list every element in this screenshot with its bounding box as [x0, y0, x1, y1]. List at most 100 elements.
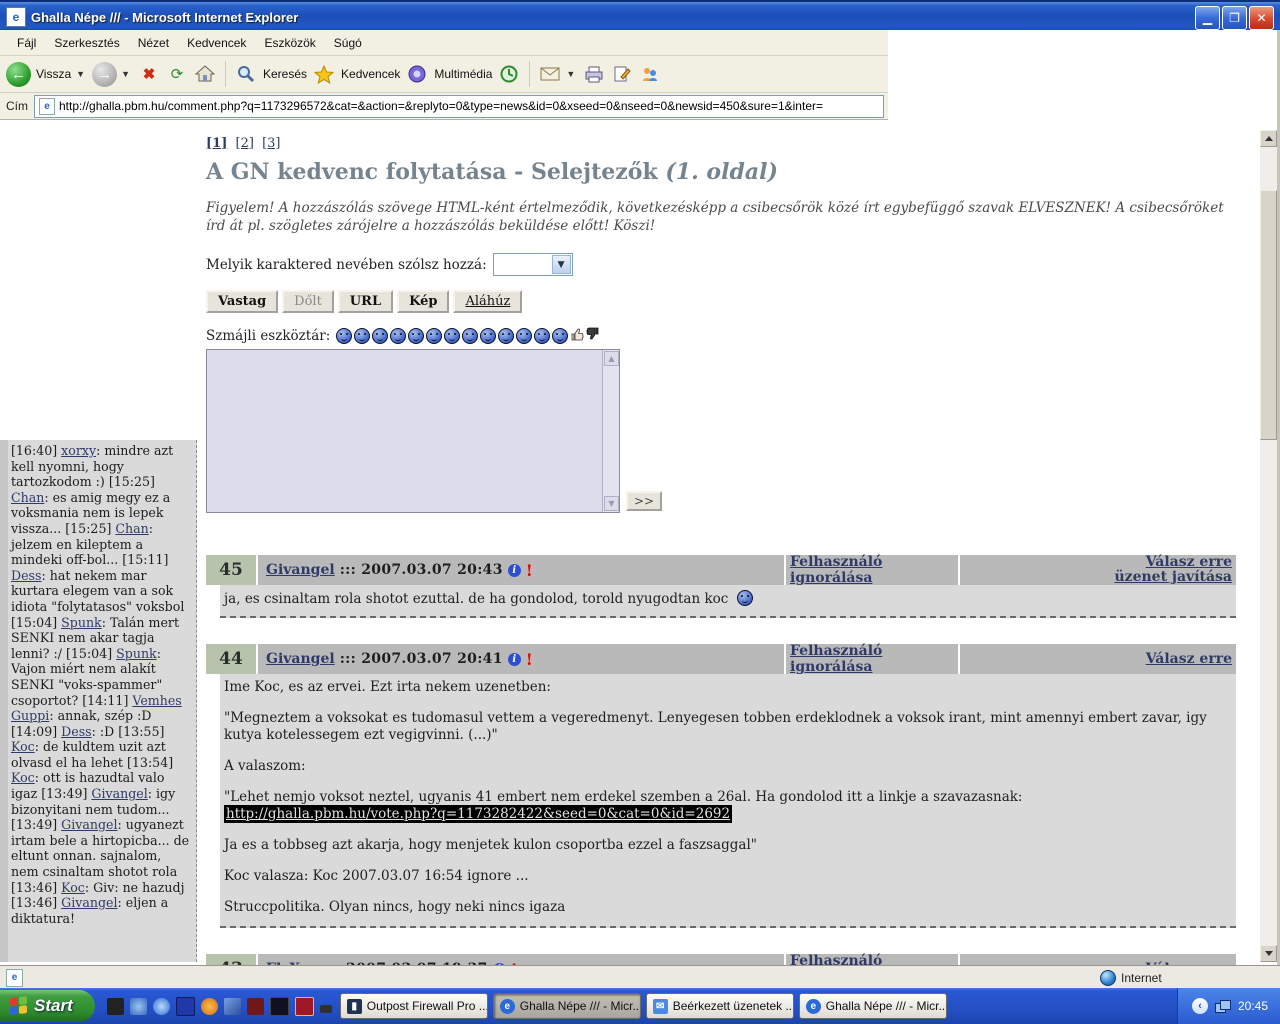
- smiley-icon[interactable]: [444, 328, 460, 344]
- search-label[interactable]: Keresés: [263, 67, 307, 81]
- thumbs-up-icon[interactable]: [570, 327, 584, 345]
- chat-user-link[interactable]: Dess: [61, 724, 96, 739]
- smiley-icon[interactable]: [372, 328, 388, 344]
- taskbar-button-ghalla-active[interactable]: e Ghalla Népe /// - Micr...: [493, 993, 641, 1019]
- textarea-scrollbar[interactable]: ▲ ▼: [602, 350, 619, 512]
- smiley-icon[interactable]: [534, 328, 550, 344]
- media-label[interactable]: Multimédia: [434, 67, 492, 81]
- ie-icon[interactable]: [153, 998, 170, 1015]
- quick-launch-icon[interactable]: [107, 998, 124, 1015]
- smiley-icon[interactable]: [552, 328, 568, 344]
- smiley-icon[interactable]: [426, 328, 442, 344]
- taskbar-button-ghalla-2[interactable]: e Ghalla Népe /// - Micr...: [799, 993, 947, 1019]
- favorites-label[interactable]: Kedvencek: [341, 67, 400, 81]
- back-icon[interactable]: ←: [6, 62, 31, 87]
- message-textarea[interactable]: ▲ ▼: [206, 349, 620, 513]
- smiley-icon[interactable]: [462, 328, 478, 344]
- network-icon[interactable]: [1215, 1000, 1231, 1013]
- save-icon[interactable]: [176, 997, 195, 1016]
- history-icon[interactable]: [497, 62, 521, 86]
- smiley-icon[interactable]: [390, 328, 406, 344]
- scroll-down-icon[interactable]: [1260, 945, 1277, 962]
- smiley-icon[interactable]: [480, 328, 496, 344]
- chat-user-link[interactable]: Koc: [61, 880, 89, 895]
- submit-button[interactable]: >>: [626, 491, 662, 511]
- taskbar-button-inbox[interactable]: ✉ Beérkezett üzenetek ...: [646, 993, 794, 1019]
- exclamation-icon[interactable]: !: [526, 653, 533, 666]
- media-icon[interactable]: [405, 62, 429, 86]
- chat-user-link[interactable]: Chan: [115, 521, 153, 536]
- menu-tools[interactable]: Eszközök: [255, 32, 324, 54]
- media-player-icon[interactable]: [201, 998, 218, 1015]
- smiley-icon[interactable]: [354, 328, 370, 344]
- menu-view[interactable]: Nézet: [129, 32, 178, 54]
- reply-link[interactable]: Válasz erre: [1146, 652, 1232, 667]
- chat-user-link[interactable]: Koc: [11, 739, 39, 754]
- smiley-icon[interactable]: [408, 328, 424, 344]
- exclamation-icon[interactable]: !: [526, 564, 533, 577]
- address-input[interactable]: e http://ghalla.pbm.hu/comment.php?q=117…: [34, 95, 884, 118]
- taskbar-button-outpost[interactable]: ▮ Outpost Firewall Pro ...: [340, 993, 488, 1019]
- smiley-icon[interactable]: [336, 328, 352, 344]
- chat-user-link[interactable]: Givangel: [61, 817, 122, 832]
- quick-launch-icon[interactable]: [224, 998, 241, 1015]
- page-link-1[interactable]: [1]: [206, 136, 227, 151]
- menu-help[interactable]: Súgó: [325, 32, 371, 54]
- info-icon[interactable]: i: [508, 564, 521, 577]
- forward-icon[interactable]: →: [92, 62, 117, 87]
- chat-user-link[interactable]: Givangel: [91, 786, 152, 801]
- vote-link-highlighted[interactable]: http://ghalla.pbm.hu/vote.php?q=11732824…: [224, 805, 732, 823]
- bold-button[interactable]: Vastag: [206, 290, 278, 313]
- chat-user-link[interactable]: Spunk: [116, 646, 161, 661]
- maximize-button[interactable]: ❐: [1222, 6, 1247, 30]
- post-author-link[interactable]: Givangel: [266, 562, 335, 578]
- quick-launch-icon[interactable]: [295, 997, 314, 1016]
- print-icon[interactable]: [582, 62, 606, 86]
- favorites-icon[interactable]: [312, 62, 336, 86]
- ignore-user-link[interactable]: Felhasználó ignorálása: [790, 554, 958, 586]
- page-link-2[interactable]: [2]: [236, 136, 254, 151]
- italic-button[interactable]: Dőlt: [282, 290, 334, 313]
- tray-chevron-icon[interactable]: ‹: [1192, 998, 1208, 1014]
- reply-link[interactable]: Válasz erre: [1146, 555, 1232, 570]
- back-dropdown-icon[interactable]: ▼: [76, 69, 85, 79]
- scroll-up-icon[interactable]: ▲: [604, 351, 619, 366]
- page-link-3[interactable]: [3]: [262, 136, 280, 151]
- stop-icon[interactable]: ✖: [137, 62, 161, 86]
- ignore-user-link[interactable]: Felhasználó ignorálása: [790, 643, 958, 675]
- quick-launch-icon[interactable]: [320, 1005, 332, 1013]
- forward-dropdown-icon[interactable]: ▼: [121, 69, 130, 79]
- chat-user-link[interactable]: Koc: [11, 770, 39, 785]
- scroll-up-icon[interactable]: [1260, 130, 1277, 147]
- info-icon[interactable]: i: [508, 653, 521, 666]
- quick-launch-icon[interactable]: [270, 997, 289, 1016]
- mail-dropdown-icon[interactable]: ▼: [566, 69, 575, 79]
- messenger-icon[interactable]: [638, 62, 662, 86]
- search-icon[interactable]: [234, 62, 258, 86]
- quick-launch-icon[interactable]: [247, 998, 264, 1015]
- minimize-button[interactable]: ▁: [1195, 6, 1220, 30]
- start-button[interactable]: Start: [0, 990, 95, 1022]
- chat-user-link[interactable]: Spunk: [61, 615, 106, 630]
- close-button[interactable]: ✕: [1249, 6, 1274, 30]
- menu-file[interactable]: Fájl: [8, 32, 45, 54]
- edit-icon[interactable]: [610, 62, 634, 86]
- smiley-icon[interactable]: [498, 328, 514, 344]
- quick-launch-icon[interactable]: [130, 998, 147, 1015]
- address-url[interactable]: http://ghalla.pbm.hu/comment.php?q=11732…: [59, 99, 823, 113]
- chevron-down-icon[interactable]: ▼: [552, 255, 571, 274]
- thumbs-down-icon[interactable]: [586, 327, 600, 345]
- underline-button[interactable]: Aláhúz: [453, 290, 522, 313]
- chat-user-link[interactable]: Dess: [11, 568, 46, 583]
- menu-edit[interactable]: Szerkesztés: [45, 32, 128, 54]
- character-select[interactable]: ▼: [493, 253, 573, 276]
- home-icon[interactable]: [193, 62, 217, 86]
- refresh-icon[interactable]: ⟳: [165, 62, 189, 86]
- image-button[interactable]: Kép: [397, 290, 449, 313]
- mail-icon[interactable]: [538, 62, 562, 86]
- back-label[interactable]: Vissza: [36, 67, 71, 81]
- chat-user-link[interactable]: xorxy: [61, 443, 100, 458]
- smiley-icon[interactable]: [516, 328, 532, 344]
- post-author-link[interactable]: Givangel: [266, 651, 335, 667]
- edit-message-link[interactable]: üzenet javítása: [1114, 570, 1232, 585]
